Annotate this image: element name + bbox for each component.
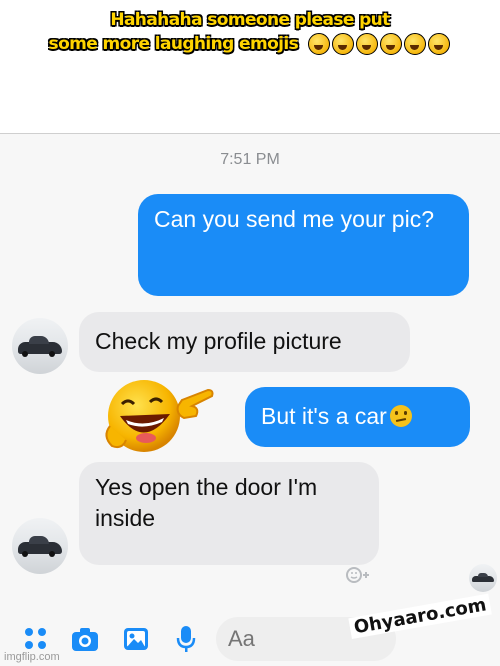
photo-icon[interactable]	[122, 625, 150, 653]
laughing-pointing-emoji-icon	[105, 380, 214, 452]
grinning-sweat-icon	[356, 33, 379, 55]
message-bubble-incoming[interactable]: Check my profile picture	[79, 312, 410, 372]
car-icon	[472, 573, 494, 582]
rolling-laughing-icon	[380, 33, 403, 55]
avatar[interactable]	[12, 318, 68, 374]
car-icon	[18, 336, 62, 357]
apps-icon[interactable]	[22, 625, 50, 653]
message-timestamp: 7:51 PM	[220, 151, 280, 168]
message-bubble-outgoing[interactable]: Can you send me your pic?	[138, 194, 469, 296]
rolling-laughing-icon	[332, 33, 355, 55]
chat-screenshot: 7:51 PM Can you send me your pic? Check …	[0, 133, 500, 666]
laughing-emojis	[307, 32, 451, 56]
message-bubble-outgoing[interactable]: But it's a car	[245, 387, 470, 447]
rolling-laughing-icon	[428, 33, 451, 55]
camera-icon[interactable]	[70, 625, 98, 653]
message-bubble-incoming[interactable]: Yes open the door I'm inside	[79, 462, 379, 565]
imgflip-credit: imgflip.com	[4, 651, 60, 663]
add-reaction-icon[interactable]	[345, 566, 371, 584]
grinning-sweat-icon	[404, 33, 427, 55]
meme-caption: Hahahaha someone please put some more la…	[0, 0, 500, 132]
confused-face-icon	[389, 405, 412, 427]
car-icon	[18, 536, 62, 557]
message-text: But it's a car	[261, 403, 387, 429]
caption-line-2: some more laughing emojis	[0, 32, 500, 56]
rolling-laughing-icon	[308, 33, 331, 55]
seen-avatar	[469, 564, 497, 592]
avatar[interactable]	[12, 518, 68, 574]
caption-line-1: Hahahaha someone please put	[110, 10, 390, 30]
microphone-icon[interactable]	[175, 625, 203, 653]
